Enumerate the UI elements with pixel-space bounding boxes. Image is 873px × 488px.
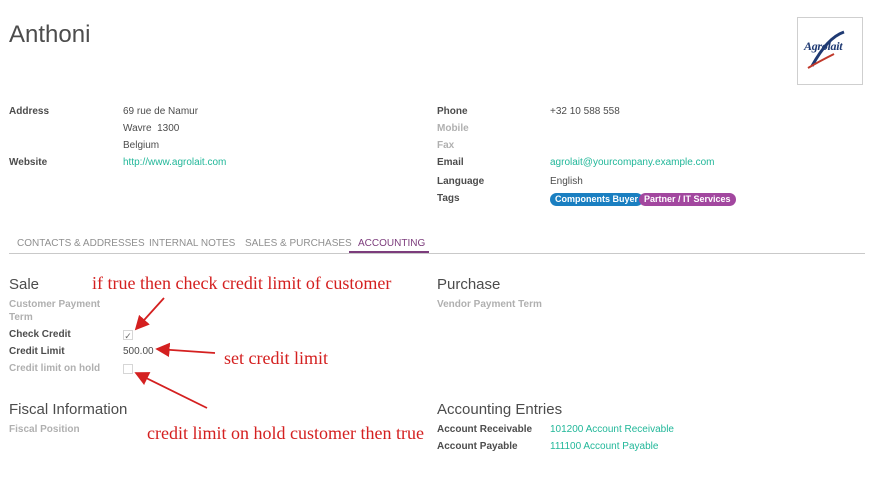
arrow-icon: [134, 297, 165, 331]
annotation-arrows: [134, 297, 216, 409]
arrow-icon: [134, 372, 208, 409]
arrow-icon: [155, 342, 216, 358]
